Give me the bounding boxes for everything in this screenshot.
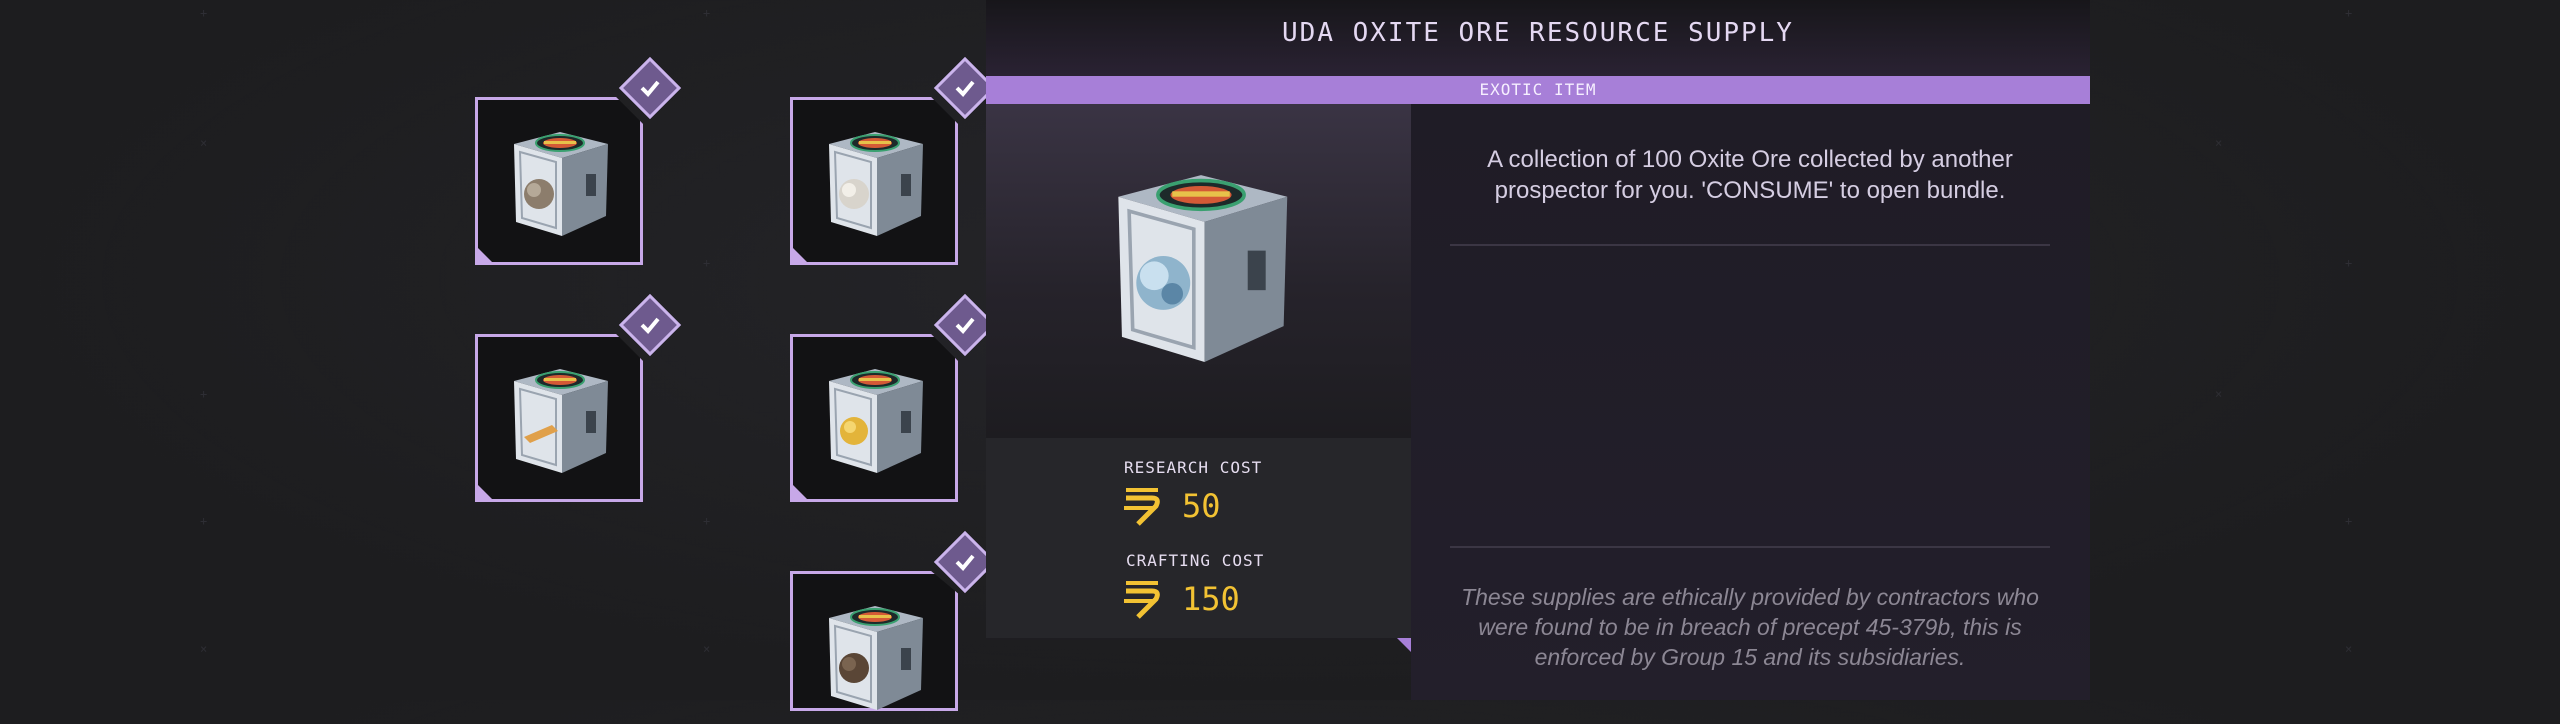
crate-oxite-ore-icon xyxy=(1086,150,1316,380)
grid-mark: × xyxy=(2215,136,2223,150)
grid-mark: + xyxy=(2345,6,2353,20)
inventory-slot[interactable] xyxy=(475,97,643,265)
grid-mark: × xyxy=(2215,387,2223,401)
card-corner xyxy=(793,485,807,499)
research-cost-value: 50 xyxy=(1182,487,1221,525)
inventory-slot[interactable] xyxy=(790,571,958,711)
grid-mark: + xyxy=(2345,256,2353,270)
item-title: UDA OXITE ORE RESOURCE SUPPLY xyxy=(1282,18,1794,48)
grid-mark: + xyxy=(2345,514,2353,528)
grid-mark: + xyxy=(200,514,208,528)
grid-mark: × xyxy=(200,642,208,656)
card-corner xyxy=(793,248,807,262)
crate-ore-white-icon xyxy=(811,118,939,246)
crate-ore-brown-icon xyxy=(811,592,939,720)
grid-mark: + xyxy=(200,387,208,401)
grid-mark: × xyxy=(2345,642,2353,656)
description-divider-box xyxy=(1450,244,2050,548)
panel-corner-accent xyxy=(1397,638,1411,652)
crate-ore-gray-icon xyxy=(496,118,624,246)
crate-ingot-orange-icon xyxy=(496,355,624,483)
credits-icon xyxy=(1120,575,1164,623)
inventory-slot[interactable] xyxy=(790,97,958,265)
credits-icon xyxy=(1120,482,1164,530)
crafting-cost-value: 150 xyxy=(1182,580,1240,618)
card-corner xyxy=(478,248,492,262)
inventory-slot[interactable] xyxy=(475,334,643,502)
grid-mark: × xyxy=(703,642,711,656)
crate-ore-gold-icon xyxy=(811,355,939,483)
grid-mark: + xyxy=(200,6,208,20)
inventory-slot[interactable] xyxy=(790,334,958,502)
item-flavor-text: These supplies are ethically provided by… xyxy=(1461,584,2039,670)
grid-mark: + xyxy=(703,6,711,20)
crafting-cost-label: CRAFTING COST xyxy=(1126,551,1265,570)
research-cost-label: RESEARCH COST xyxy=(1124,458,1263,477)
rarity-banner: EXOTIC ITEM xyxy=(986,76,2090,104)
card-corner xyxy=(478,485,492,499)
grid-mark: + xyxy=(703,514,711,528)
grid-mark: + xyxy=(703,256,711,270)
grid-mark: × xyxy=(200,136,208,150)
item-description: A collection of 100 Oxite Ore collected … xyxy=(1487,146,2013,204)
